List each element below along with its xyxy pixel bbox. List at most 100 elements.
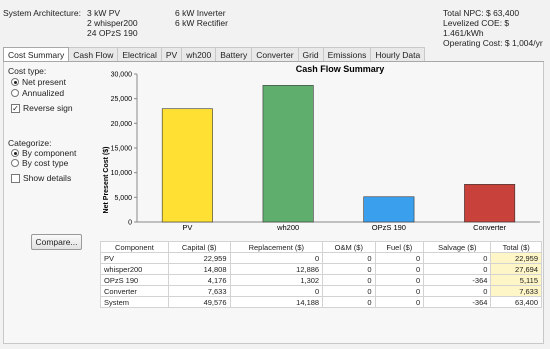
cell-total: 27,694 [490,263,542,275]
checkmark-icon: ✓ [11,103,20,113]
table-row[interactable]: Converter 7,633 0 0 0 0 7,633 [100,285,542,297]
cell-om: 0 [322,285,376,297]
tab-hourly-data[interactable]: Hourly Data [370,47,426,62]
architecture-inverter: 6 kW Inverter [175,8,226,18]
cell-total: 5,115 [490,274,542,286]
cell-capital: 4,176 [167,274,231,286]
cell-component: Converter [100,285,169,297]
cell-fuel: 0 [374,296,425,308]
cell-capital: 14,808 [167,263,231,275]
cell-replacement: 0 [229,252,324,264]
y-tick-label: 20,000 [111,121,133,128]
show-details-label: Show details [23,173,72,183]
system-architecture-label: System Architecture: [3,8,81,18]
total-npc: Total NPC: $ 63,400 [443,8,520,18]
tab-wh200[interactable]: wh200 [181,47,217,62]
cell-capital: 22,959 [167,252,231,264]
by-cost-type-label: By cost type [22,158,69,168]
levelized-coe: Levelized COE: $ 1.461/kWh [443,18,510,38]
col-component[interactable]: Component [100,241,169,253]
compare-button[interactable]: Compare... [31,234,82,250]
table-row-system[interactable]: System 49,576 14,188 0 0 -364 63,400 [100,296,542,308]
col-replacement[interactable]: Replacement ($) [229,241,324,253]
architecture-converter: 6 kW Inverter 6 kW Rectifier [175,8,228,28]
radio-unselected-icon [11,159,19,167]
radio-selected-icon [11,78,19,86]
cell-om: 0 [322,263,376,275]
table-row[interactable]: OPzS 190 4,176 1,302 0 0 -364 5,115 [100,274,542,286]
table-row[interactable]: PV 22,959 0 0 0 0 22,959 [100,252,542,264]
cell-component: OPzS 190 [100,274,169,286]
tab-grid[interactable]: Grid [297,47,324,62]
cell-capital: 7,633 [167,285,231,297]
architecture-pv: 3 kW PV [87,8,121,18]
tab-converter[interactable]: Converter [251,47,299,62]
col-capital[interactable]: Capital ($) [167,241,231,253]
y-axis-label: Net Present Cost ($) [103,147,110,214]
radio-unselected-icon [11,89,19,97]
cell-fuel: 0 [374,263,425,275]
cell-salvage: 0 [423,263,492,275]
cell-component: System [100,296,169,308]
by-component-label: By component [22,148,77,158]
architecture-components: 3 kW PV 2 whisper200 24 OPzS 190 [87,8,138,38]
annualized-radio[interactable]: Annualized [11,88,64,98]
by-cost-type-radio[interactable]: By cost type [11,158,68,168]
table-row[interactable]: whisper200 14,808 12,886 0 0 0 27,694 [100,263,542,275]
y-tick-label: 0 [128,220,132,227]
architecture-battery: 24 OPzS 190 [87,28,138,38]
cell-replacement: 1,302 [229,274,324,286]
table-header-row: Component Capital ($) Replacement ($) O&… [100,241,542,253]
tab-bar: Cost Summary Cash Flow Electrical PV wh2… [3,46,426,63]
tab-electrical[interactable]: Electrical [117,47,162,62]
cash-flow-chart: Cash Flow Summary Net Present Cost ($) 0… [103,64,540,232]
tab-battery[interactable]: Battery [215,47,253,62]
bars [161,85,516,223]
x-axis-labels: PV wh200 OPzS 190 Converter [182,223,506,232]
tab-pv[interactable]: PV [160,47,183,62]
col-salvage[interactable]: Salvage ($) [423,241,492,253]
tab-emissions[interactable]: Emissions [322,47,372,62]
cost-table: Component Capital ($) Replacement ($) O&… [100,241,542,308]
cell-om: 0 [322,274,376,286]
reverse-sign-label: Reverse sign [23,103,73,113]
checkbox-empty-icon [11,173,20,183]
cell-fuel: 0 [374,274,425,286]
cell-replacement: 0 [229,285,324,297]
by-component-radio[interactable]: By component [11,148,76,158]
y-tick-label: 15,000 [111,146,133,153]
cell-om: 0 [322,252,376,264]
cell-salvage: 0 [423,285,492,297]
cell-salvage: -364 [423,274,492,286]
y-axis-ticks: 0 5,000 10,000 15,000 20,000 25,000 30,000 [111,72,137,227]
cell-fuel: 0 [374,285,425,297]
x-tick-label: PV [182,223,192,232]
y-tick-label: 25,000 [111,96,133,103]
col-total[interactable]: Total ($) [490,241,542,253]
bar-opzs-190 [363,196,415,223]
cell-replacement: 14,188 [229,296,324,308]
categorize-label: Categorize: [8,138,52,148]
y-tick-label: 5,000 [114,195,132,202]
cell-replacement: 12,886 [229,263,324,275]
cost-summary-header: Total NPC: $ 63,400 Levelized COE: $ 1.4… [443,8,550,48]
reverse-sign-checkbox[interactable]: ✓ Reverse sign [11,103,73,113]
show-details-checkbox[interactable]: Show details [11,173,71,183]
cost-type-label: Cost type: [8,66,47,76]
x-tick-label: wh200 [276,223,299,232]
x-tick-label: OPzS 190 [372,223,406,232]
tab-cash-flow[interactable]: Cash Flow [68,47,119,62]
cell-om: 0 [322,296,376,308]
chart-title: Cash Flow Summary [296,64,385,74]
cell-salvage: 0 [423,252,492,264]
radio-selected-icon [11,149,19,157]
cell-total: 22,959 [490,252,542,264]
cell-total: 63,400 [490,296,542,308]
y-tick-label: 30,000 [111,72,133,79]
cell-capital: 49,576 [167,296,231,308]
y-tick-label: 10,000 [111,170,133,177]
net-present-radio[interactable]: Net present [11,77,66,87]
col-fuel[interactable]: Fuel ($) [374,241,425,253]
cell-total: 7,633 [490,285,542,297]
col-om[interactable]: O&M ($) [322,241,376,253]
